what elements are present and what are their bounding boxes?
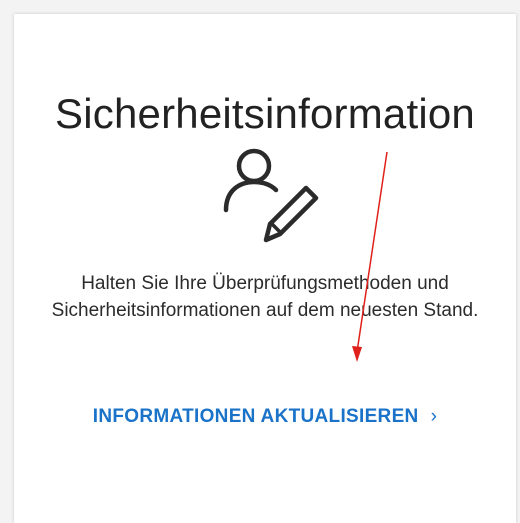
chevron-right-icon: › <box>430 406 438 427</box>
card-description: Halten Sie Ihre Überprüfungsmethoden und… <box>51 273 479 321</box>
update-information-label: INFORMATIONEN AKTUALISIEREN <box>92 406 419 427</box>
update-information-link[interactable]: INFORMATIONEN AKTUALISIEREN › <box>14 406 516 428</box>
user-edit-icon <box>218 144 328 244</box>
security-info-card: Sicherheitsinformation Halten Sie Ihre Ü… <box>14 14 516 523</box>
card-title: Sicherheitsinformation <box>55 90 475 137</box>
